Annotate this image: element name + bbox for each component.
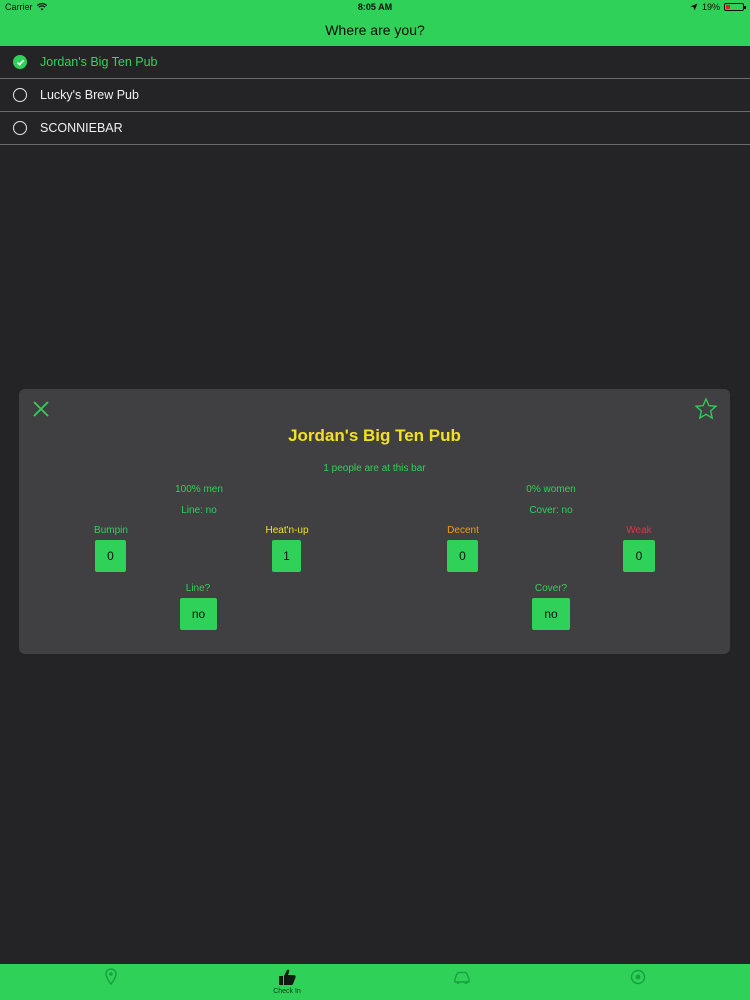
rating-label-heatnup: Heat'n-up	[265, 525, 309, 536]
map-icon	[105, 968, 117, 986]
list-item-label: SCONNIEBAR	[40, 121, 123, 135]
close-icon[interactable]	[31, 399, 51, 419]
men-percent: 100% men	[175, 484, 223, 495]
list-item-luckys[interactable]: Lucky's Brew Pub	[0, 79, 750, 112]
page-title: Where are you?	[325, 22, 425, 38]
status-bar: Carrier 8:05 AM 19%	[0, 0, 750, 14]
battery-percent: 19%	[701, 2, 720, 12]
tab-label: Check In	[273, 988, 301, 995]
radio-circle-icon	[13, 88, 27, 102]
list-item-label: Jordan's Big Ten Pub	[40, 55, 158, 69]
tab-ride[interactable]	[422, 964, 502, 1000]
rating-label-weak: Weak	[626, 525, 652, 536]
checkmark-icon	[13, 55, 27, 69]
list-item-sconniebar[interactable]: SCONNIEBAR	[0, 112, 750, 145]
radio-circle-icon	[13, 121, 27, 135]
cover-status: Cover: no	[529, 505, 573, 516]
heatnup-vote-button[interactable]: 1	[272, 540, 301, 572]
thumbs-up-icon	[279, 969, 296, 985]
rating-label-bumpin: Bumpin	[94, 525, 128, 536]
rating-label-decent: Decent	[447, 525, 479, 536]
app-screen: Carrier 8:05 AM 19% Where are you? Jorda…	[0, 0, 750, 1000]
bar-title: Jordan's Big Ten Pub	[288, 426, 461, 445]
cover-question-label: Cover?	[534, 583, 568, 594]
car-icon	[454, 971, 470, 984]
bumpin-vote-button[interactable]: 0	[95, 540, 126, 572]
bar-list: Jordan's Big Ten Pub Lucky's Brew Pub SC…	[0, 46, 750, 145]
navigation-bar: Where are you?	[0, 14, 750, 46]
battery-area: 19%	[690, 2, 746, 12]
list-item-jordans[interactable]: Jordan's Big Ten Pub	[0, 46, 750, 79]
women-percent: 0% women	[526, 484, 576, 495]
tab-map[interactable]	[71, 964, 151, 1000]
star-icon[interactable]	[694, 397, 718, 421]
status-time: 8:05 AM	[357, 2, 393, 12]
line-question-label: Line?	[185, 583, 211, 594]
tab-bar: Check In	[0, 964, 750, 1000]
weak-vote-button[interactable]: 0	[623, 540, 655, 572]
battery-icon	[724, 3, 746, 11]
cover-answer-button[interactable]: no	[532, 598, 570, 630]
location-arrow-icon	[690, 3, 698, 11]
line-answer-button[interactable]: no	[180, 598, 217, 630]
decent-vote-button[interactable]: 0	[447, 540, 478, 572]
settings-icon	[630, 969, 646, 985]
tab-settings[interactable]	[598, 964, 678, 1000]
tab-check-in[interactable]: Check In	[247, 964, 327, 1000]
line-status: Line: no	[181, 505, 217, 516]
bar-detail-card: Jordan's Big Ten Pub 1 people are at thi…	[19, 389, 730, 654]
list-item-label: Lucky's Brew Pub	[40, 88, 139, 102]
people-count: 1 people are at this bar	[323, 463, 426, 474]
